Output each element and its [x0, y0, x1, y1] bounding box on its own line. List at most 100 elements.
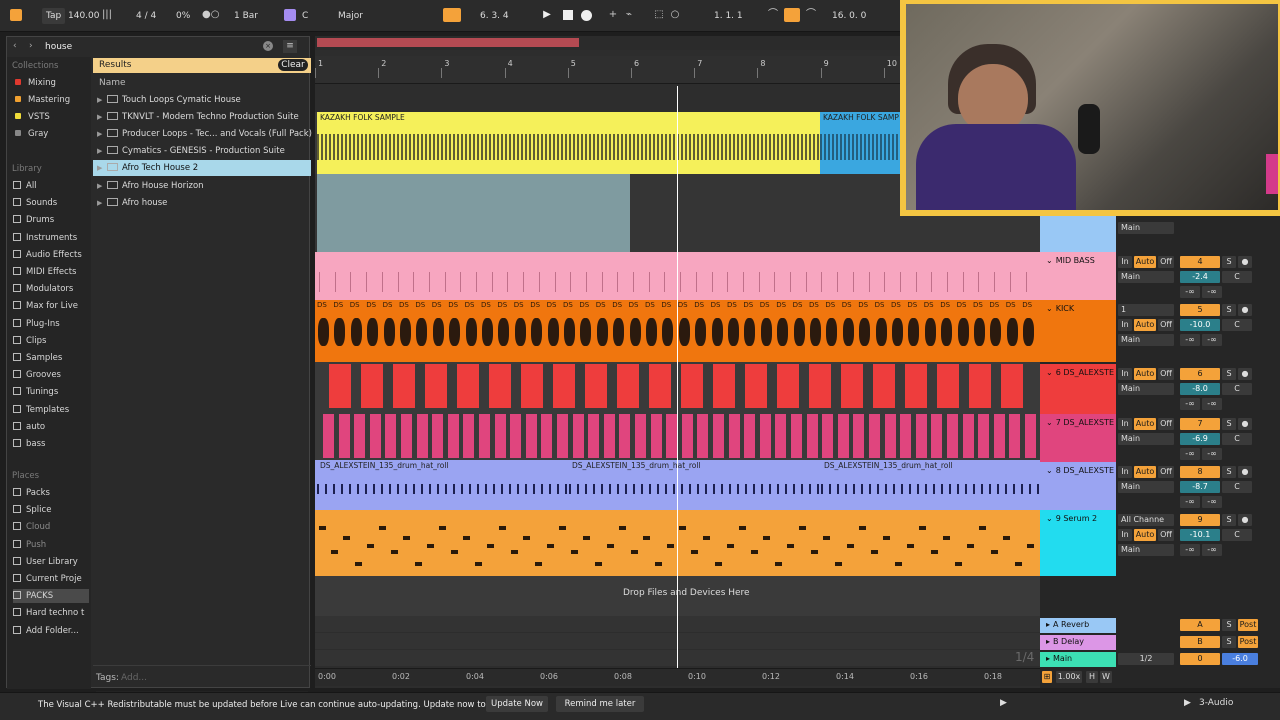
- solo-button[interactable]: S: [1222, 619, 1236, 631]
- ds-clip[interactable]: [650, 414, 662, 458]
- name-column-header[interactable]: Name: [99, 78, 126, 88]
- result-folder-row[interactable]: ▶ Afro Tech House 2: [93, 160, 311, 177]
- arm-icon[interactable]: ●: [1238, 256, 1252, 268]
- record-toggle-icon[interactable]: ●○: [202, 8, 219, 22]
- midi-note[interactable]: [895, 562, 902, 566]
- ds-clip[interactable]: [837, 414, 849, 458]
- midi-note[interactable]: [475, 562, 482, 566]
- ds-clip[interactable]: [457, 364, 479, 408]
- solo-button[interactable]: S: [1222, 514, 1236, 526]
- ds-clip[interactable]: [541, 414, 553, 458]
- forward-icon[interactable]: ›: [29, 41, 33, 51]
- ds-clip[interactable]: [759, 414, 771, 458]
- expand-arrow-icon[interactable]: ▶: [97, 178, 107, 194]
- output-select[interactable]: Main: [1118, 433, 1174, 445]
- return-track-header[interactable]: ▸ A Reverb: [1040, 618, 1116, 633]
- filter-icon[interactable]: ≡: [283, 40, 297, 53]
- midi-note[interactable]: [871, 550, 878, 554]
- midi-note[interactable]: [319, 526, 326, 530]
- midi-note[interactable]: [703, 536, 710, 540]
- track-header[interactable]: ⌄ KICK: [1040, 300, 1116, 362]
- monitor-in-button[interactable]: In: [1118, 418, 1132, 430]
- ds-clip[interactable]: [806, 414, 818, 458]
- midi-note[interactable]: [499, 526, 506, 530]
- time-ruler[interactable]: 0:00 0:02 0:04 0:06 0:08 0:10 0:12 0:14 0:16 0:18: [315, 668, 1040, 686]
- volume-field[interactable]: -8.7: [1180, 481, 1220, 493]
- library-item-max-for-live[interactable]: Max for Live: [13, 299, 89, 313]
- search-input[interactable]: house: [45, 42, 72, 52]
- ds-clip[interactable]: [463, 414, 475, 458]
- track-activator[interactable]: 5: [1180, 304, 1220, 316]
- library-item-templates[interactable]: Templates: [13, 403, 89, 417]
- place-item-cloud[interactable]: Cloud: [13, 520, 89, 534]
- midi-note[interactable]: [535, 562, 542, 566]
- solo-button[interactable]: S: [1222, 418, 1236, 430]
- result-folder-row[interactable]: ▶ Producer Loops - Tec... and Vocals (Ful…: [93, 126, 312, 142]
- pan-field[interactable]: C: [1222, 271, 1252, 283]
- midi-note[interactable]: [631, 550, 638, 554]
- output-select[interactable]: Main: [1118, 271, 1174, 283]
- library-item-auto[interactable]: auto: [13, 420, 89, 434]
- midi-note[interactable]: [751, 550, 758, 554]
- ds-clip[interactable]: [947, 414, 958, 458]
- ds-clip[interactable]: [869, 414, 880, 458]
- ds-clip[interactable]: [713, 414, 724, 458]
- collection-mastering[interactable]: Mastering: [13, 93, 89, 107]
- ds-clip[interactable]: [993, 414, 1005, 458]
- ds-clip[interactable]: [962, 414, 974, 458]
- ds-clip[interactable]: [323, 414, 334, 458]
- library-item-plug-ins[interactable]: Plug-Ins: [13, 317, 89, 331]
- track-header[interactable]: ⌄ 6 DS_ALEXSTE: [1040, 364, 1116, 414]
- track-fold-icon[interactable]: ⌄: [1046, 514, 1053, 523]
- ds-clip[interactable]: [969, 364, 991, 408]
- ds-clip[interactable]: [401, 414, 412, 458]
- arm-icon[interactable]: ●: [1238, 466, 1252, 478]
- midi-note[interactable]: [691, 550, 698, 554]
- expand-arrow-icon[interactable]: ▶: [97, 109, 107, 125]
- clear-search-icon[interactable]: ×: [263, 41, 273, 51]
- zoom-level[interactable]: 1.00x: [1056, 671, 1082, 683]
- expand-arrow-icon[interactable]: ▶: [97, 126, 107, 142]
- tags-input[interactable]: Add...: [121, 673, 147, 683]
- ds-clip[interactable]: [585, 364, 607, 408]
- library-item-samples[interactable]: Samples: [13, 351, 89, 365]
- place-item-packs[interactable]: PACKS: [13, 589, 89, 604]
- return-activator[interactable]: 0: [1180, 653, 1220, 665]
- ds-clip[interactable]: [521, 364, 543, 408]
- midi-note[interactable]: [595, 562, 602, 566]
- output-select[interactable]: Main: [1118, 222, 1174, 234]
- overdub-icon[interactable]: +: [606, 8, 620, 22]
- volume-field[interactable]: -10.1: [1180, 529, 1220, 541]
- volume-field[interactable]: -2.4: [1180, 271, 1220, 283]
- track-fold-icon[interactable]: ⌄: [1046, 466, 1053, 475]
- tempo-field[interactable]: 140.00: [68, 8, 100, 24]
- midi-note[interactable]: [523, 536, 530, 540]
- library-item-grooves[interactable]: Grooves: [13, 368, 89, 382]
- midi-note[interactable]: [379, 526, 386, 530]
- scale-select[interactable]: Major: [338, 8, 363, 24]
- loop-toggle-icon[interactable]: [784, 8, 800, 22]
- collection-gray[interactable]: Gray: [13, 127, 89, 141]
- expand-arrow-icon[interactable]: ▶: [97, 143, 107, 159]
- result-folder-row[interactable]: ▶ TKNVLT - Modern Techno Production Suite: [93, 109, 311, 125]
- expand-arrow-icon[interactable]: ▶: [97, 160, 107, 176]
- send-a-field[interactable]: -∞: [1180, 544, 1200, 556]
- key-select[interactable]: C: [302, 8, 308, 24]
- midi-note[interactable]: [907, 544, 914, 548]
- volume-field[interactable]: -10.0: [1180, 319, 1220, 331]
- arm-icon[interactable]: ●: [1238, 304, 1252, 316]
- ds-clip[interactable]: [681, 364, 703, 408]
- ds-clip[interactable]: [809, 364, 831, 408]
- monitor-off-button[interactable]: Off: [1158, 466, 1174, 478]
- track-fold-icon[interactable]: ▸: [1046, 654, 1050, 663]
- library-item-tunings[interactable]: Tunings: [13, 385, 89, 399]
- track-fold-icon[interactable]: ⌄: [1046, 304, 1053, 313]
- result-folder-row[interactable]: ▶ Afro house: [93, 195, 311, 211]
- send-b-field[interactable]: -∞: [1202, 448, 1222, 460]
- expand-arrow-icon[interactable]: ▶: [97, 92, 107, 108]
- ds-clip[interactable]: [588, 414, 600, 458]
- volume-field[interactable]: -6.9: [1180, 433, 1220, 445]
- collection-vsts[interactable]: VSTS: [13, 110, 89, 124]
- main-volume[interactable]: -6.0: [1222, 653, 1258, 665]
- track-fold-icon[interactable]: ⌄: [1046, 418, 1053, 427]
